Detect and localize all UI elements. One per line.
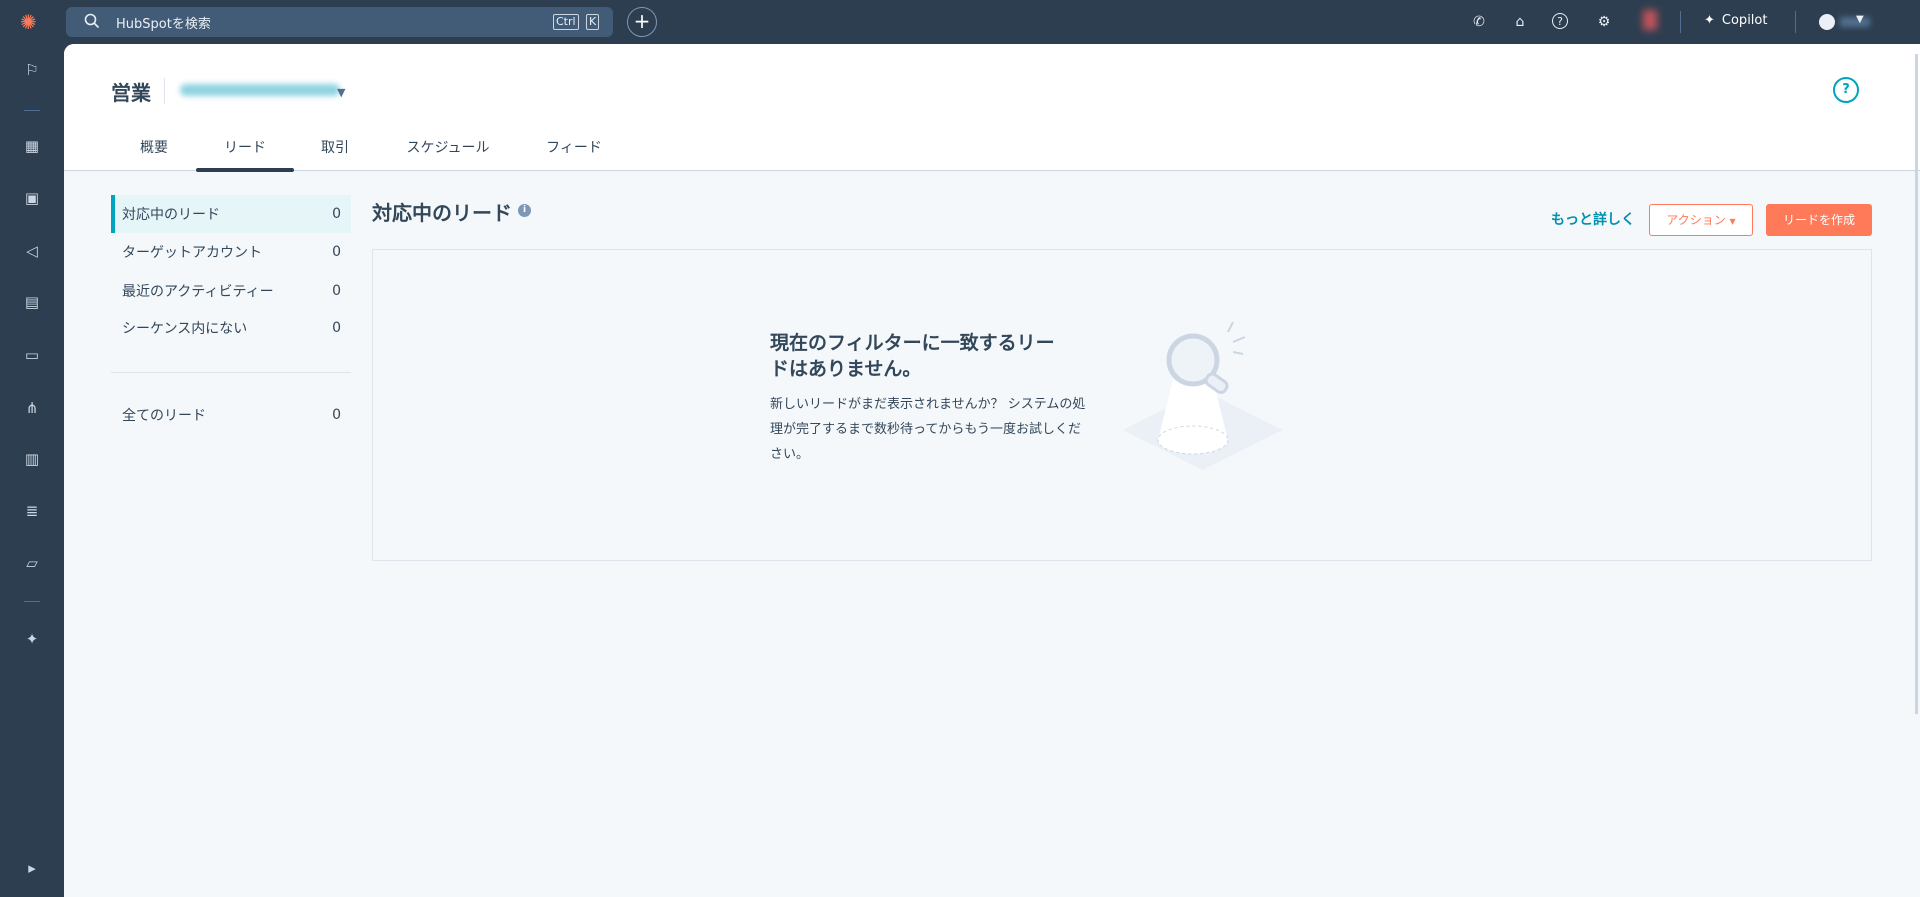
avatar[interactable] xyxy=(1819,14,1835,30)
magnifying-glass-illustration xyxy=(1123,321,1283,470)
phone-icon[interactable]: ✆ xyxy=(1470,13,1488,31)
shortcut-ctrl-key: Ctrl xyxy=(553,14,579,30)
tab-leads[interactable]: リード xyxy=(224,137,266,157)
view-count: 0 xyxy=(332,407,341,423)
create-new-button[interactable]: + xyxy=(627,7,657,37)
main-content: 営業 ▼ ? 概要 リード 取引 スケジュール フィード 対応中のリード 0 ター… xyxy=(64,44,1920,897)
page-title: 営業 xyxy=(111,81,151,105)
active-tab-indicator xyxy=(196,168,294,172)
divider xyxy=(111,372,351,373)
search-input[interactable]: HubSpotを検索 Ctrl K xyxy=(66,7,613,37)
copilot-button[interactable]: ✦ Copilot xyxy=(1704,13,1767,28)
tab-feed[interactable]: フィード xyxy=(546,137,602,157)
view-count: 0 xyxy=(332,244,341,260)
apps-grid-icon[interactable]: ▦ xyxy=(20,134,44,158)
help-button[interactable]: ? xyxy=(1833,77,1859,103)
empty-state-heading: 現在のフィルターに一致するリードはありません。 xyxy=(770,332,1055,380)
view-item-not-in-sequence[interactable]: シーケンス内にない 0 xyxy=(111,309,351,347)
copilot-label: Copilot xyxy=(1721,13,1768,28)
divider xyxy=(1680,11,1681,33)
search-placeholder: HubSpotを検索 xyxy=(116,16,211,32)
divider xyxy=(24,110,40,111)
view-item-active-leads[interactable]: 対応中のリード 0 xyxy=(111,195,351,233)
sparkle-icon: ✦ xyxy=(1704,13,1715,28)
data-management-icon[interactable]: ≣ xyxy=(20,499,44,523)
breeze-sparkle-icon[interactable]: ✦ xyxy=(20,627,44,651)
empty-state-card: 現在のフィルターに一致するリードはありません。 新しいリードがまだ表示されません… xyxy=(372,249,1872,561)
view-count: 0 xyxy=(332,283,341,299)
scrollbar[interactable] xyxy=(1915,54,1918,714)
view-label: ターゲットアカウント xyxy=(122,245,262,261)
view-item-all-leads[interactable]: 全てのリード 0 xyxy=(111,396,351,434)
info-icon[interactable]: i xyxy=(518,204,531,217)
view-count: 0 xyxy=(332,206,341,222)
tab-schedule[interactable]: スケジュール xyxy=(406,137,489,157)
learn-more-link[interactable]: もっと詳しく xyxy=(1551,209,1635,229)
divider xyxy=(1795,11,1796,33)
library-folder-icon[interactable]: ▱ xyxy=(20,551,44,575)
expand-sidebar-icon[interactable]: ▸ xyxy=(20,856,44,880)
actions-dropdown-button[interactable]: アクション ▼ xyxy=(1649,204,1753,236)
marketing-icon[interactable]: ◁ xyxy=(20,239,44,263)
chevron-down-icon[interactable]: ▼ xyxy=(337,86,345,99)
commerce-icon[interactable]: ▭ xyxy=(20,343,44,367)
tab-overview[interactable]: 概要 xyxy=(140,137,168,157)
tab-deals[interactable]: 取引 xyxy=(321,137,349,157)
divider xyxy=(24,601,40,602)
search-icon xyxy=(84,13,100,33)
account-name[interactable] xyxy=(1840,17,1870,27)
view-item-recent-activity[interactable]: 最近のアクティビティー 0 xyxy=(111,272,351,310)
view-item-target-accounts[interactable]: ターゲットアカウント 0 xyxy=(111,233,351,271)
empty-state-message: 新しいリードがまだ表示されませんか？ システムの処理が完了するまで数秒待ってから… xyxy=(770,397,1086,462)
page-header: 営業 ▼ ? 概要 リード 取引 スケジュール フィード xyxy=(64,44,1920,172)
view-label: 全てのリード xyxy=(122,408,206,424)
notifications-icon[interactable] xyxy=(1643,10,1657,30)
contacts-icon[interactable]: ▣ xyxy=(20,186,44,210)
automation-icon[interactable]: ⋔ xyxy=(20,396,44,420)
account-caret-icon[interactable]: ▼ xyxy=(1856,14,1864,25)
divider xyxy=(164,78,165,104)
shortcut-k-key: K xyxy=(586,14,600,30)
content-icon[interactable]: ▤ xyxy=(20,290,44,314)
hubspot-logo-icon[interactable]: ✺ xyxy=(20,10,37,34)
create-lead-button[interactable]: リードを作成 xyxy=(1766,204,1872,236)
left-sidebar: ⚐ ▦ ▣ ◁ ▤ ▭ ⋔ ▥ ≣ ▱ ✦ ▸ xyxy=(0,44,64,897)
settings-icon[interactable]: ⚙ xyxy=(1595,13,1613,31)
actions-label: アクション xyxy=(1666,213,1726,227)
view-count: 0 xyxy=(332,320,341,336)
section-title: 対応中のリード xyxy=(372,201,512,225)
caret-down-icon: ▼ xyxy=(1729,217,1736,226)
help-icon[interactable]: ? xyxy=(1552,13,1568,29)
reports-icon[interactable]: ▥ xyxy=(20,447,44,471)
pipeline-selector[interactable] xyxy=(180,84,340,96)
marketplace-icon[interactable]: ⌂ xyxy=(1511,13,1529,31)
view-label: 最近のアクティビティー xyxy=(122,284,274,300)
bookmark-icon[interactable]: ⚐ xyxy=(20,58,44,82)
top-navigation-bar: ✺ HubSpotを検索 Ctrl K + ✆ ⌂ ? ⚙ ✦ Copilot ▼ xyxy=(0,0,1920,44)
view-label: 対応中のリード xyxy=(122,207,220,223)
view-label: シーケンス内にない xyxy=(122,321,248,337)
